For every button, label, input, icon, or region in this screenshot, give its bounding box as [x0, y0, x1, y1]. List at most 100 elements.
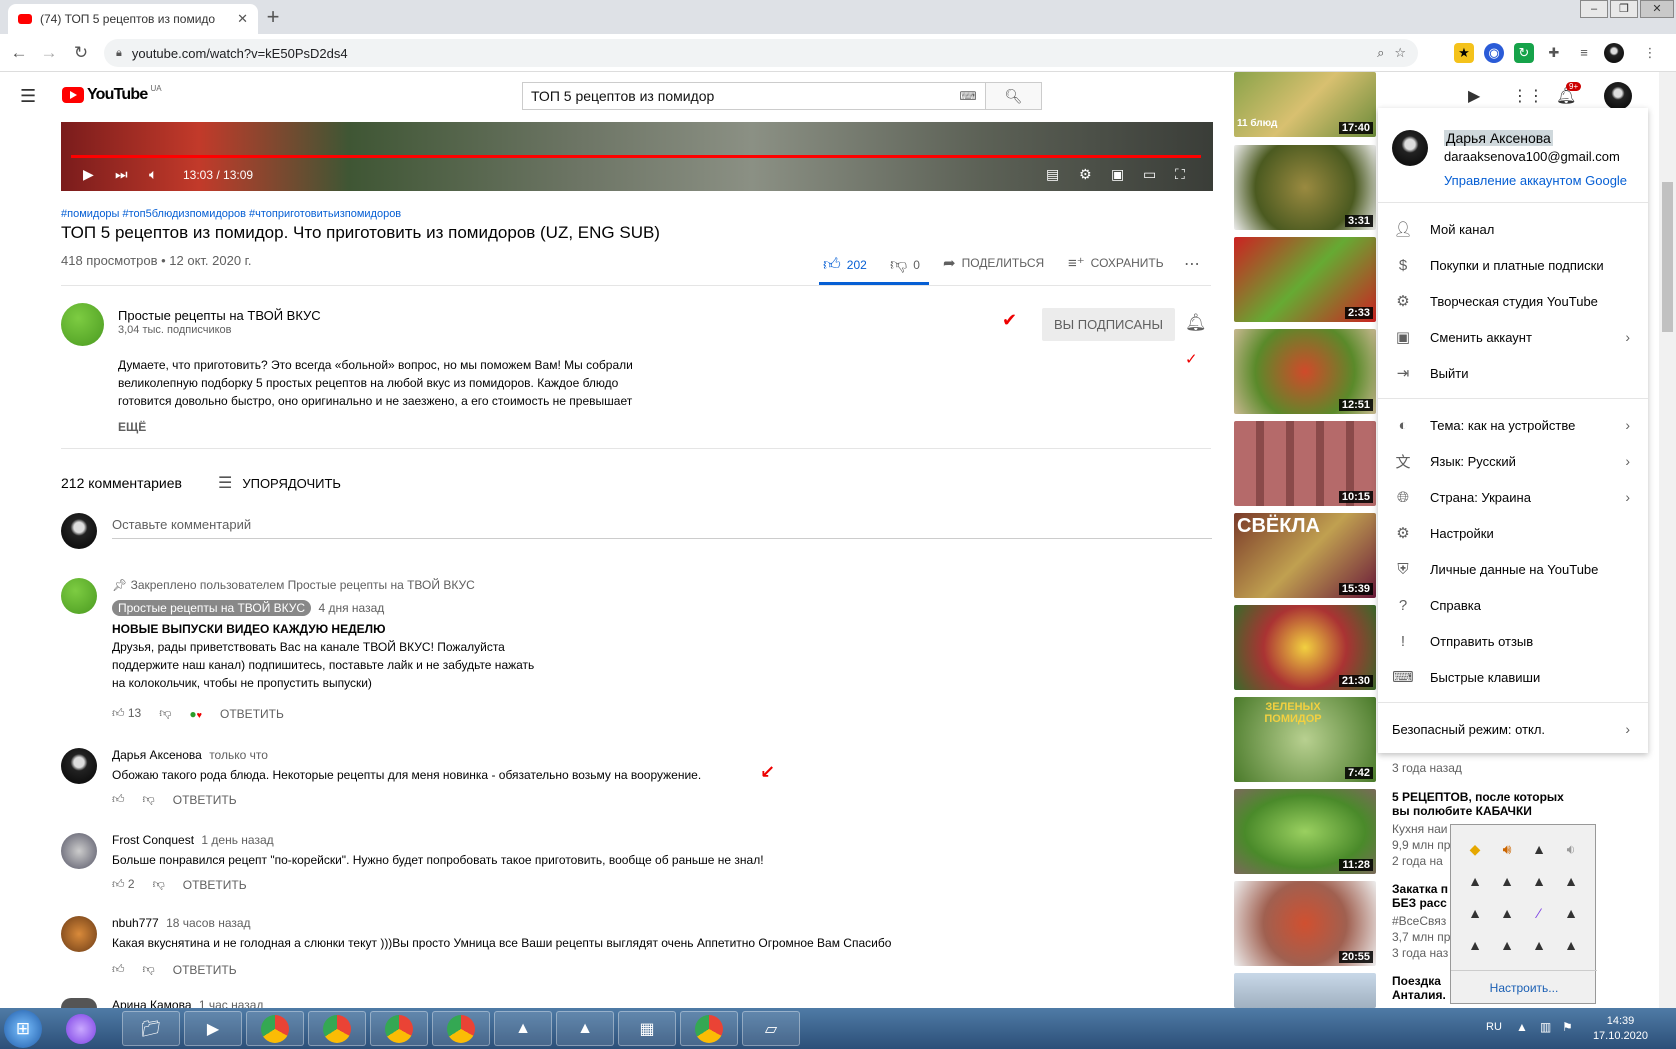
- pen-icon[interactable]: ⁄: [1529, 903, 1549, 923]
- tray-app-icon[interactable]: ▲: [1529, 839, 1549, 859]
- subtitles-icon[interactable]: ▤: [1046, 166, 1059, 183]
- hamburger-menu-icon[interactable]: ☰: [20, 86, 36, 107]
- video-thumbnail[interactable]: 21:30: [1234, 605, 1376, 690]
- reply-button[interactable]: ОТВЕТИТЬ: [173, 793, 237, 807]
- comment-like-icon[interactable]: 👍︎: [112, 792, 125, 807]
- taskbar-clock[interactable]: 14:39 17.10.2020: [1593, 1014, 1648, 1044]
- close-window-button[interactable]: ✕: [1640, 0, 1674, 18]
- browser-tab[interactable]: (74) ТОП 5 рецептов из помидо ✕: [8, 4, 258, 34]
- tray-app-icon[interactable]: ▲: [1529, 871, 1549, 891]
- bookmark-star-icon[interactable]: ☆: [1394, 45, 1406, 61]
- channel-owner-badge[interactable]: Простые рецепты на ТВОЙ ВКУС: [112, 600, 312, 616]
- next-icon[interactable]: ⏭︎: [115, 166, 128, 183]
- video-thumbnail[interactable]: [1234, 973, 1376, 1008]
- reply-button[interactable]: ОТВЕТИТЬ: [183, 878, 247, 892]
- address-bar[interactable]: 🔒︎ youtube.com/watch?v=kE50PsD2ds4 ⌕ ☆: [104, 39, 1418, 67]
- bell-icon[interactable]: 🔔︎: [1185, 313, 1207, 333]
- fullscreen-icon[interactable]: ⛶: [1175, 166, 1185, 183]
- comment-avatar[interactable]: [61, 578, 97, 614]
- comment-author[interactable]: Дарья Аксенова: [112, 748, 202, 762]
- taskbar-chrome[interactable]: [370, 1011, 428, 1046]
- scrollbar-thumb[interactable]: [1662, 182, 1673, 332]
- video-thumbnail[interactable]: 12:51: [1234, 329, 1376, 414]
- menu-item-studio[interactable]: ⚙ Творческая студия YouTube: [1378, 284, 1648, 318]
- page-scrollbar[interactable]: [1659, 72, 1676, 1008]
- account-avatar[interactable]: [1604, 82, 1632, 110]
- taskbar-calculator[interactable]: ▦: [618, 1011, 676, 1046]
- language-indicator[interactable]: RU: [1486, 1021, 1502, 1033]
- channel-name[interactable]: Простые рецепты на ТВОЙ ВКУС: [118, 308, 321, 323]
- video-title[interactable]: Закатка п: [1392, 882, 1448, 896]
- profile-avatar[interactable]: [1604, 43, 1624, 63]
- comment-like-icon[interactable]: 👍︎: [112, 962, 125, 977]
- video-title[interactable]: БЕЗ расс: [1392, 896, 1447, 910]
- video-thumbnail[interactable]: 3:31: [1234, 145, 1376, 230]
- menu-item-language[interactable]: 文 Язык: Русский ›: [1378, 444, 1648, 478]
- taskbar-media[interactable]: ▶︎: [184, 1011, 242, 1046]
- video-channel[interactable]: #ВсеСвяз: [1392, 914, 1446, 928]
- menu-item-restricted-mode[interactable]: Безопасный режим: откл. ›: [1378, 712, 1648, 746]
- taskbar-app[interactable]: ▲: [494, 1011, 552, 1046]
- video-title[interactable]: Анталия.: [1392, 988, 1446, 1002]
- taskbar-chrome[interactable]: [308, 1011, 366, 1046]
- more-menu-icon[interactable]: ⋮: [1640, 43, 1660, 63]
- video-thumbnail[interactable]: 10:15: [1234, 421, 1376, 506]
- sort-comments-button[interactable]: ☰ УПОРЯДОЧИТЬ: [218, 473, 341, 493]
- forward-arrow-icon[interactable]: →: [38, 42, 60, 64]
- show-more-button[interactable]: ЕЩЁ: [118, 420, 146, 434]
- comment-author[interactable]: Арина Камова: [112, 998, 192, 1008]
- extensions-puzzle-icon[interactable]: ✚: [1544, 43, 1564, 63]
- menu-item-your-data[interactable]: ⛨ Личные данные на YouTube: [1378, 552, 1648, 586]
- keyboard-icon[interactable]: ⌨: [951, 83, 985, 109]
- save-button[interactable]: ≡⁺ СОХРАНИТЬ: [1068, 254, 1164, 272]
- back-arrow-icon[interactable]: ←: [8, 42, 30, 64]
- menu-item-my-channel[interactable]: 👤︎ Мой канал: [1378, 212, 1648, 246]
- menu-item-feedback[interactable]: ! Отправить отзыв: [1378, 624, 1648, 658]
- video-title[interactable]: Поездка: [1392, 974, 1441, 988]
- comment-author[interactable]: Frost Conquest: [112, 833, 194, 847]
- subscribed-button[interactable]: ВЫ ПОДПИСАНЫ: [1042, 308, 1175, 341]
- extension-icon-2[interactable]: ◉: [1484, 43, 1504, 63]
- settings-gear-icon[interactable]: ⚙: [1079, 166, 1092, 183]
- tray-app-icon[interactable]: ◆: [1465, 839, 1485, 859]
- video-thumbnail[interactable]: 2:33: [1234, 237, 1376, 322]
- reload-icon[interactable]: ↻: [70, 42, 92, 64]
- menu-item-country[interactable]: 🌐︎ Страна: Украина ›: [1378, 480, 1648, 514]
- menu-item-purchases[interactable]: $ Покупки и платные подписки: [1378, 248, 1648, 282]
- video-title[interactable]: 5 РЕЦЕПТОВ, после которых: [1392, 790, 1564, 804]
- comment-dislike-icon[interactable]: 👎︎: [153, 877, 165, 892]
- video-title[interactable]: вы полюбите КАБАЧКИ: [1392, 804, 1532, 818]
- video-player[interactable]: ▶ ⏭︎ 🔈︎ 13:03 / 13:09 ▤ ⚙ ▣ ▭ ⛶: [61, 122, 1213, 191]
- tray-app-icon[interactable]: ▲: [1497, 903, 1517, 923]
- create-video-icon[interactable]: ▶︎: [1468, 86, 1480, 106]
- menu-item-shortcuts[interactable]: ⌨ Быстрые клавиши: [1378, 660, 1648, 694]
- channel-avatar[interactable]: [61, 303, 104, 346]
- zoom-icon[interactable]: ⌕: [1377, 45, 1384, 61]
- comment-dislike-icon[interactable]: 👎︎: [143, 792, 155, 807]
- comment-avatar[interactable]: [61, 998, 97, 1008]
- reply-button[interactable]: ОТВЕТИТЬ: [220, 707, 284, 721]
- tray-app-icon[interactable]: ▲: [1465, 935, 1485, 955]
- taskbar-chrome[interactable]: [246, 1011, 304, 1046]
- tray-customize-link[interactable]: Настроить...: [1451, 970, 1597, 1004]
- network-icon[interactable]: ▥: [1540, 1020, 1551, 1034]
- share-button[interactable]: ➦ ПОДЕЛИТЬСЯ: [943, 254, 1044, 272]
- reply-button[interactable]: ОТВЕТИТЬ: [173, 963, 237, 977]
- tray-app-icon[interactable]: ▲: [1561, 935, 1581, 955]
- close-tab-icon[interactable]: ✕: [237, 11, 248, 27]
- video-thumbnail[interactable]: 11 блюд 17:40: [1234, 72, 1376, 137]
- theater-mode-icon[interactable]: ▭: [1143, 166, 1156, 183]
- youtube-logo[interactable]: YouTube UA: [62, 84, 162, 104]
- comment-like-icon[interactable]: 👍︎ 2: [112, 877, 135, 892]
- taskbar-explorer[interactable]: 📁︎: [122, 1011, 180, 1046]
- menu-item-switch-account[interactable]: ▣ Сменить аккаунт ›: [1378, 320, 1648, 354]
- comment-like-icon[interactable]: 👍︎ 13: [112, 706, 141, 721]
- video-thumbnail[interactable]: 20:55: [1234, 881, 1376, 966]
- show-hidden-icons-icon[interactable]: ▲: [1516, 1020, 1528, 1034]
- media-controls-icon[interactable]: ≡: [1574, 43, 1594, 63]
- progress-bar[interactable]: [71, 155, 1201, 158]
- restore-button[interactable]: ❐: [1610, 0, 1638, 18]
- minimize-button[interactable]: –: [1580, 0, 1608, 18]
- search-input[interactable]: [523, 83, 951, 109]
- video-thumbnail[interactable]: СВЁКЛА 15:39: [1234, 513, 1376, 598]
